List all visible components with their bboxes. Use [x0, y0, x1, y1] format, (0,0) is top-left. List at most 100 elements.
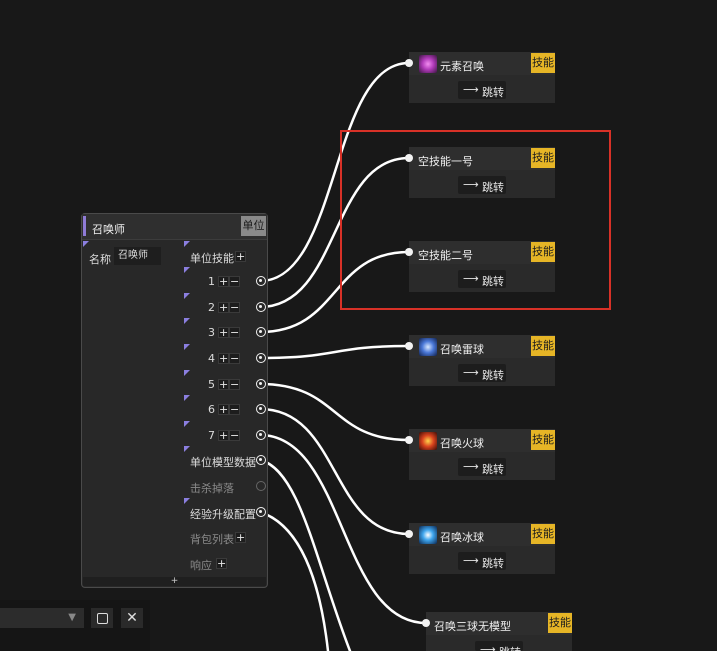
arrow-right-icon: ⟶: [463, 554, 479, 567]
skill-slot-port[interactable]: [256, 302, 266, 312]
wire-skill-4: [258, 344, 411, 360]
skill-node-title: 元素召唤: [440, 60, 484, 73]
skill-node-title: 召唤三球无模型: [434, 620, 511, 633]
exp-config-label: 经验升级配置: [190, 508, 256, 521]
unit-accent-bar: [83, 216, 86, 236]
jump-button-label: 跳转: [482, 463, 504, 476]
slot-remove-button[interactable]: −: [229, 302, 240, 313]
jump-button[interactable]: ⟶ 跳转: [458, 176, 506, 194]
jump-button[interactable]: ⟶ 跳转: [458, 458, 506, 476]
slot-insert-button[interactable]: +: [218, 276, 229, 287]
skill-slot-port[interactable]: [256, 404, 266, 414]
exp-config-port[interactable]: [256, 507, 266, 517]
skill-type-badge: 技能: [531, 336, 555, 356]
skill-node-header[interactable]: 空技能一号 技能: [409, 147, 555, 170]
slot-remove-button[interactable]: −: [229, 327, 240, 338]
jump-button[interactable]: ⟶ 跳转: [475, 641, 523, 651]
wire-skill-1: [258, 61, 411, 283]
skill-node-title: 召唤火球: [440, 437, 484, 450]
skill-node-title: 召唤雷球: [440, 343, 484, 356]
jump-button[interactable]: ⟶ 跳转: [458, 270, 506, 288]
skill-slot-port[interactable]: [256, 430, 266, 440]
slot-remove-button[interactable]: −: [229, 430, 240, 441]
jump-button[interactable]: ⟶ 跳转: [458, 552, 506, 570]
skill-slot-port[interactable]: [256, 276, 266, 286]
skill-input-port[interactable]: [422, 619, 430, 627]
unit-node-summoner[interactable]: 召唤师 单位 名称 召唤师 单位技能 + 1 + − 2 + − 3 + − 4…: [81, 213, 268, 588]
skill-node-header[interactable]: 召唤雷球 技能: [409, 335, 555, 358]
skill-node-element-summon[interactable]: 元素召唤 技能 ⟶ 跳转: [405, 52, 555, 103]
skill-node-header[interactable]: 空技能二号 技能: [409, 241, 555, 264]
skill-node-empty-skill-1[interactable]: 空技能一号 技能 ⟶ 跳转: [405, 147, 555, 198]
slot-remove-button[interactable]: −: [229, 276, 240, 287]
skill-slot-index: 3: [208, 326, 215, 339]
response-label: 响应: [190, 559, 212, 572]
skill-slot-port[interactable]: [256, 353, 266, 363]
skill-type-badge: 技能: [531, 148, 555, 168]
jump-button[interactable]: ⟶ 跳转: [458, 364, 506, 382]
close-button[interactable]: ✕: [121, 608, 143, 628]
skill-slot-port[interactable]: [256, 379, 266, 389]
kill-drop-port[interactable]: [256, 481, 266, 491]
skill-node-header[interactable]: 元素召唤 技能: [409, 52, 555, 75]
jump-button[interactable]: ⟶ 跳转: [458, 81, 506, 99]
skill-slot-port[interactable]: [256, 327, 266, 337]
skill-node-header[interactable]: 召唤火球 技能: [409, 429, 555, 452]
port-marker-icon: [184, 344, 190, 350]
model-data-port[interactable]: [256, 455, 266, 465]
skill-node-title: 召唤冰球: [440, 531, 484, 544]
unit-node-header[interactable]: 召唤师 单位: [82, 214, 267, 240]
arrow-right-icon: ⟶: [480, 643, 496, 651]
kill-drop-label: 击杀掉落: [190, 482, 234, 495]
unit-skills-label: 单位技能: [190, 252, 234, 265]
skill-node-header[interactable]: 召唤冰球 技能: [409, 523, 555, 546]
skill-input-port[interactable]: [405, 154, 413, 162]
slot-insert-button[interactable]: +: [218, 353, 229, 364]
name-label: 名称: [89, 253, 111, 266]
skill-input-port[interactable]: [405, 342, 413, 350]
arrow-right-icon: ⟶: [463, 178, 479, 191]
slot-insert-button[interactable]: +: [218, 379, 229, 390]
port-marker-icon: [184, 421, 190, 427]
wire-exp-config: [258, 510, 330, 651]
slot-insert-button[interactable]: +: [218, 430, 229, 441]
skill-node-title: 空技能一号: [418, 155, 473, 168]
add-skill-button[interactable]: +: [235, 251, 246, 262]
skill-node-fire-orb[interactable]: 召唤火球 技能 ⟶ 跳转: [405, 429, 555, 480]
skill-input-port[interactable]: [405, 530, 413, 538]
skill-node-triple-orb-no-model[interactable]: 召唤三球无模型 技能 ⟶ 跳转: [422, 612, 572, 651]
selector-dropdown[interactable]: ▼: [0, 608, 84, 628]
skill-node-thunder-orb[interactable]: 召唤雷球 技能 ⟶ 跳转: [405, 335, 555, 386]
unit-node-expand-button[interactable]: +: [83, 577, 266, 586]
slot-remove-button[interactable]: −: [229, 404, 240, 415]
skill-node-empty-skill-2[interactable]: 空技能二号 技能 ⟶ 跳转: [405, 241, 555, 292]
port-marker-icon: [184, 267, 190, 273]
slot-insert-button[interactable]: +: [218, 404, 229, 415]
thunder-orb-icon: [419, 338, 437, 356]
maximize-button[interactable]: [91, 608, 113, 628]
fire-orb-icon: [419, 432, 437, 450]
add-bag-item-button[interactable]: +: [235, 532, 246, 543]
add-response-button[interactable]: +: [216, 558, 227, 569]
skill-type-badge: 技能: [531, 242, 555, 262]
skill-slot-index: 7: [208, 429, 215, 442]
skill-node-title: 空技能二号: [418, 249, 473, 262]
skill-node-ice-orb[interactable]: 召唤冰球 技能 ⟶ 跳转: [405, 523, 555, 574]
skill-input-port[interactable]: [405, 248, 413, 256]
skill-input-port[interactable]: [405, 436, 413, 444]
wire-skill-6: [258, 407, 411, 536]
jump-button-label: 跳转: [482, 86, 504, 99]
skill-input-port[interactable]: [405, 59, 413, 67]
slot-insert-button[interactable]: +: [218, 327, 229, 338]
skill-type-badge: 技能: [531, 53, 555, 73]
arrow-right-icon: ⟶: [463, 460, 479, 473]
slot-insert-button[interactable]: +: [218, 302, 229, 313]
slot-remove-button[interactable]: −: [229, 379, 240, 390]
skill-node-header[interactable]: 召唤三球无模型 技能: [426, 612, 572, 635]
name-input[interactable]: 召唤师: [114, 247, 161, 265]
skill-type-badge: 技能: [548, 613, 572, 633]
slot-remove-button[interactable]: −: [229, 353, 240, 364]
port-marker-icon: [184, 370, 190, 376]
jump-button-label: 跳转: [499, 644, 521, 651]
ice-orb-icon: [419, 526, 437, 544]
